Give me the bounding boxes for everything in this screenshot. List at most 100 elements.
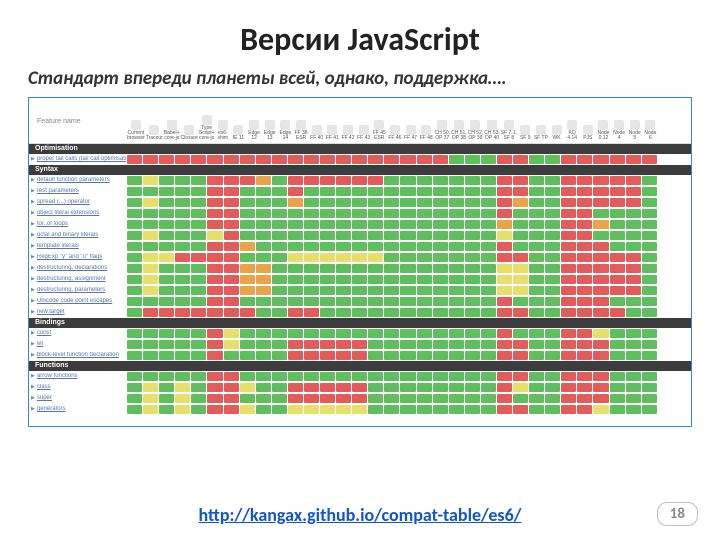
support-cell	[529, 297, 544, 306]
support-cell	[481, 187, 496, 196]
support-cell	[561, 383, 576, 392]
feature-label[interactable]: ▶let	[31, 341, 126, 347]
support-cell	[417, 275, 432, 284]
feature-label[interactable]: ▶template literals	[31, 243, 126, 249]
support-cell	[513, 383, 528, 392]
feature-label[interactable]: ▶default function parameters	[31, 177, 126, 183]
support-cell	[175, 198, 190, 207]
column-header: Node 0.12	[596, 120, 611, 143]
support-cell	[626, 242, 641, 251]
column-header: Node 5	[627, 120, 642, 143]
support-cell	[175, 297, 190, 306]
support-cell	[368, 155, 383, 164]
support-cell	[465, 220, 480, 229]
support-cell	[626, 198, 641, 207]
table-row: ▶let	[29, 339, 691, 350]
support-cell	[240, 340, 255, 349]
support-cell	[577, 383, 592, 392]
support-cell	[175, 275, 190, 284]
support-cell	[175, 209, 190, 218]
support-cell	[127, 308, 142, 317]
support-cell	[465, 198, 480, 207]
support-cell	[513, 220, 528, 229]
support-cell	[465, 340, 480, 349]
support-cell	[224, 187, 239, 196]
support-cell	[626, 264, 641, 273]
feature-label[interactable]: ▶object literal extensions	[31, 210, 126, 216]
feature-label[interactable]: ▶generators	[31, 406, 126, 412]
support-cell	[513, 405, 528, 414]
support-cell	[352, 329, 367, 338]
support-cell	[224, 231, 239, 240]
feature-label[interactable]: ▶spread (...) operator	[31, 199, 126, 205]
support-cell	[529, 176, 544, 185]
support-cell	[143, 308, 158, 317]
support-cell	[159, 405, 174, 414]
support-cell	[497, 155, 512, 164]
support-cell	[593, 383, 608, 392]
support-cell	[626, 329, 641, 338]
support-cell	[384, 231, 399, 240]
table-row: ▶new.target	[29, 307, 691, 318]
support-cell	[513, 340, 528, 349]
feature-label[interactable]: ▶Unicode code point escapes	[31, 298, 126, 304]
support-cell	[175, 383, 190, 392]
support-cell	[256, 383, 271, 392]
support-cell	[288, 187, 303, 196]
support-cell	[449, 372, 464, 381]
feature-label[interactable]: ▶proper tail calls (tail call optimisati…	[31, 156, 126, 162]
support-cell	[272, 308, 287, 317]
support-cell	[352, 286, 367, 295]
feature-label[interactable]: ▶for..of loops	[31, 221, 126, 227]
support-cell	[577, 220, 592, 229]
support-cell	[529, 340, 544, 349]
feature-label[interactable]: ▶octal and binary literals	[31, 232, 126, 238]
support-cell	[400, 286, 415, 295]
support-cell	[191, 275, 206, 284]
support-cell	[143, 231, 158, 240]
support-cell	[368, 253, 383, 262]
source-link[interactable]: http://kangax.github.io/compat-table/es6…	[199, 504, 522, 526]
support-cell	[384, 405, 399, 414]
support-cell	[610, 405, 625, 414]
feature-label[interactable]: ▶destructuring, assignment	[31, 276, 126, 282]
support-cell	[272, 155, 287, 164]
column-header: FF 40	[309, 125, 324, 143]
support-cell	[240, 231, 255, 240]
support-cell	[577, 242, 592, 251]
support-cell	[449, 405, 464, 414]
support-cell	[127, 275, 142, 284]
feature-label[interactable]: ▶rest parameters	[31, 188, 126, 194]
support-cell	[561, 220, 576, 229]
support-cell	[352, 394, 367, 403]
support-cell	[449, 329, 464, 338]
support-cell	[175, 253, 190, 262]
support-cell	[481, 220, 496, 229]
support-cell	[256, 351, 271, 360]
feature-label[interactable]: ▶block-level function declaration	[31, 352, 126, 358]
slide-subtitle: Стандарт впереди планеты всей, однако, п…	[28, 67, 692, 91]
support-cell	[642, 176, 657, 185]
feature-label[interactable]: ▶destructuring, parameters	[31, 287, 126, 293]
support-cell	[175, 351, 190, 360]
support-cell	[320, 383, 335, 392]
support-cell	[368, 198, 383, 207]
support-cell	[481, 275, 496, 284]
support-cell	[240, 286, 255, 295]
support-cell	[400, 187, 415, 196]
column-header: Type Script+ core-js	[199, 115, 215, 143]
support-cell	[368, 329, 383, 338]
feature-label[interactable]: ▶RegExp "y" and "u" flags	[31, 254, 126, 260]
support-cell	[127, 405, 142, 414]
support-cell	[159, 231, 174, 240]
feature-label[interactable]: ▶new.target	[31, 309, 126, 315]
support-cell	[417, 176, 432, 185]
support-cell	[417, 286, 432, 295]
feature-label[interactable]: ▶destructuring, declarations	[31, 265, 126, 271]
feature-label[interactable]: ▶class	[31, 384, 126, 390]
support-cell	[513, 198, 528, 207]
feature-label[interactable]: ▶const	[31, 330, 126, 336]
support-cell	[159, 308, 174, 317]
feature-label[interactable]: ▶arrow functions	[31, 373, 126, 379]
feature-label[interactable]: ▶super	[31, 395, 126, 401]
